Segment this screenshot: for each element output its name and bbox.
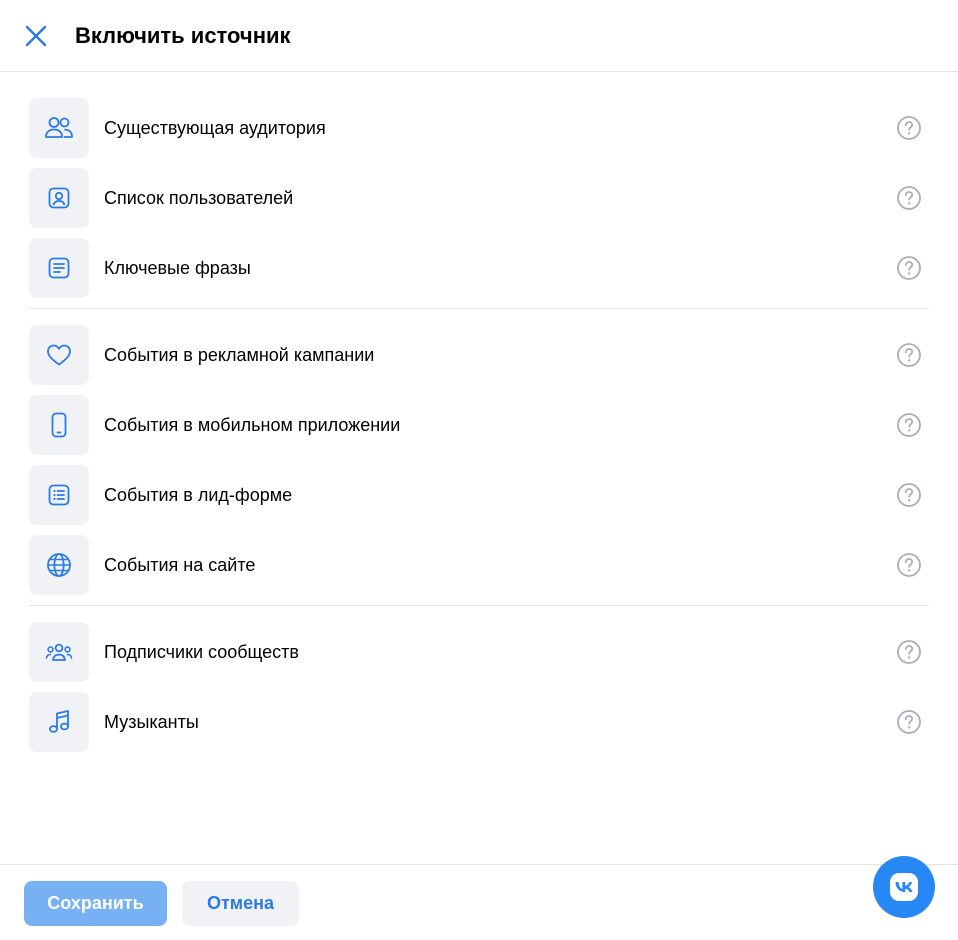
source-item-ad-campaign-events[interactable]: События в рекламной кампании bbox=[29, 325, 929, 385]
icon-box bbox=[29, 535, 89, 595]
source-item-key-phrases[interactable]: Ключевые фразы bbox=[29, 238, 929, 298]
icon-box bbox=[29, 325, 89, 385]
save-button[interactable]: Сохранить bbox=[24, 881, 167, 926]
question-circle-icon bbox=[897, 553, 921, 577]
community-icon bbox=[45, 643, 73, 661]
question-circle-icon bbox=[897, 483, 921, 507]
source-item-label: Существующая аудитория bbox=[104, 118, 326, 138]
icon-box bbox=[29, 98, 89, 158]
help-button[interactable] bbox=[897, 710, 921, 734]
source-item-label: Ключевые фразы bbox=[104, 258, 251, 278]
source-list: Существующая аудитория Список пользовате… bbox=[29, 98, 929, 762]
page-title: Включить источник bbox=[75, 23, 291, 48]
list-form-icon bbox=[48, 484, 70, 506]
icon-box bbox=[29, 395, 89, 455]
source-item-label: Подписчики сообществ bbox=[104, 642, 299, 662]
close-button[interactable] bbox=[20, 20, 52, 52]
source-item-lead-form-events[interactable]: События в лид-форме bbox=[29, 465, 929, 525]
icon-box bbox=[29, 168, 89, 228]
source-item-community-subscribers[interactable]: Подписчики сообществ bbox=[29, 622, 929, 682]
help-button[interactable] bbox=[897, 343, 921, 367]
source-item-user-list[interactable]: Список пользователей bbox=[29, 168, 929, 228]
source-item-mobile-app-events[interactable]: События в мобильном приложении bbox=[29, 395, 929, 455]
audience-icon bbox=[45, 117, 73, 138]
source-item-label: События в рекламной кампании bbox=[104, 345, 375, 365]
help-button[interactable] bbox=[897, 483, 921, 507]
cancel-button[interactable]: Отмена bbox=[182, 881, 299, 926]
group-divider bbox=[29, 308, 929, 309]
icon-box bbox=[29, 622, 89, 682]
smartphone-icon bbox=[51, 412, 67, 438]
user-list-icon bbox=[48, 187, 70, 209]
source-item-label: Список пользователей bbox=[104, 188, 294, 208]
enable-source-dialog: Включить источник Существующая аудитория bbox=[0, 0, 958, 940]
question-circle-icon bbox=[897, 413, 921, 437]
question-circle-icon bbox=[897, 186, 921, 210]
question-circle-icon bbox=[897, 710, 921, 734]
vk-help-button[interactable] bbox=[873, 856, 935, 918]
question-circle-icon bbox=[897, 343, 921, 367]
source-item-label: Музыканты bbox=[104, 712, 199, 732]
icon-box bbox=[29, 465, 89, 525]
vk-logo-icon bbox=[890, 873, 918, 901]
document-text-icon bbox=[48, 257, 70, 279]
source-item-label: События в мобильном приложении bbox=[104, 415, 401, 435]
source-item-label: События в лид-форме bbox=[104, 485, 293, 505]
help-button[interactable] bbox=[897, 553, 921, 577]
globe-icon bbox=[47, 553, 71, 577]
music-note-icon bbox=[49, 710, 69, 733]
group-divider bbox=[29, 605, 929, 606]
source-item-website-events[interactable]: События на сайте bbox=[29, 535, 929, 595]
heart-icon bbox=[47, 344, 71, 366]
source-item-musicians[interactable]: Музыканты bbox=[29, 692, 929, 752]
dialog-footer: Сохранить Отмена bbox=[0, 864, 958, 940]
help-button[interactable] bbox=[897, 256, 921, 280]
question-circle-icon bbox=[897, 256, 921, 280]
close-icon bbox=[25, 25, 47, 47]
source-item-label: События на сайте bbox=[104, 555, 256, 575]
icon-box bbox=[29, 692, 89, 752]
question-circle-icon bbox=[897, 640, 921, 664]
source-item-existing-audience[interactable]: Существующая аудитория bbox=[29, 98, 929, 158]
help-button[interactable] bbox=[897, 640, 921, 664]
question-circle-icon bbox=[897, 116, 921, 140]
help-button[interactable] bbox=[897, 413, 921, 437]
icon-box bbox=[29, 238, 89, 298]
help-button[interactable] bbox=[897, 116, 921, 140]
help-button[interactable] bbox=[897, 186, 921, 210]
dialog-header: Включить источник bbox=[0, 0, 958, 72]
